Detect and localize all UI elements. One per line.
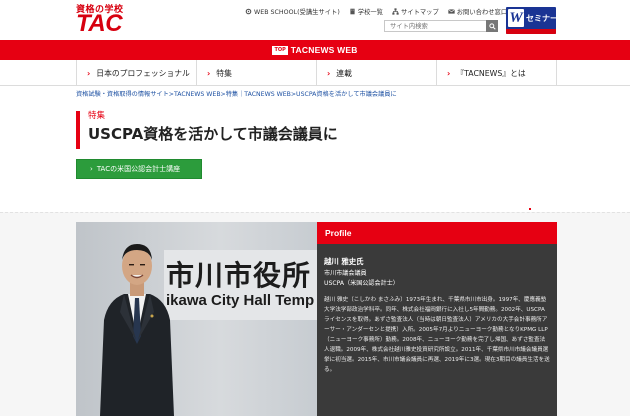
decorative-dot (529, 208, 531, 210)
sitemap-link[interactable]: サイトマップ (392, 6, 439, 17)
city-hall-sign-en: ikawa City Hall Temp (166, 292, 315, 309)
nav-item-feature[interactable]: › 特集 (197, 60, 317, 86)
w-seminar-logo: W (508, 9, 524, 27)
chevron-right-icon: › (207, 68, 211, 78)
w-seminar-stripe (506, 29, 556, 34)
main-nav: › 日本のプロフェッショナル › 特集 › 連載 › 『TACNEWS』とは (0, 60, 630, 86)
utility-links: WEB SCHOOL(受講生サイト) 学校一覧 サイトマップ お問い合わせ窓口 (245, 6, 507, 17)
chevron-right-icon: › (327, 68, 331, 78)
site-search-input[interactable] (384, 20, 486, 32)
school-list-label: 学校一覧 (357, 9, 383, 16)
banner-title: TACNEWS WEB (290, 45, 358, 55)
nav-item-series[interactable]: › 連載 (317, 60, 437, 86)
nav-item-label: 連載 (336, 68, 352, 78)
sitemap-icon (392, 8, 399, 15)
profile-panel: Profile 越川 雅史氏 市川市議会議員 USCPA（米国公認会計士） 越川… (317, 222, 557, 416)
page-title: USCPA資格を活かして市議会議員に (88, 125, 338, 143)
w-seminar-label: セミナー (526, 14, 556, 23)
web-school-link[interactable]: WEB SCHOOL(受講生サイト) (245, 6, 340, 17)
nav-item-professional[interactable]: › 日本のプロフェッショナル (77, 60, 197, 86)
contact-label: お問い合わせ窓口 (456, 9, 508, 16)
profile-bio: 越川 雅史（こしかわ まさふみ）1973年生まれ、千葉県市川市出身。1997年、… (324, 297, 550, 373)
web-school-label: WEB SCHOOL(受講生サイト) (254, 9, 340, 16)
page-title-block: 特集 USCPA資格を活かして市議会議員に (76, 111, 557, 149)
tac-logo[interactable]: 資格の学校 TAC (76, 2, 136, 36)
search-button[interactable] (486, 20, 498, 32)
interview-photo: 市川市役所 ikawa City Hall Temp (76, 222, 317, 416)
sitemap-label: サイトマップ (400, 9, 439, 16)
city-hall-sign-jp: 市川市役所 (166, 259, 312, 292)
profile-role: 市川市議会議員 (324, 270, 367, 277)
person-figure (100, 244, 174, 416)
profile-qualification: USCPA（米国公認会計士） (324, 280, 399, 287)
gear-icon (245, 8, 252, 15)
school-list-link[interactable]: 学校一覧 (349, 6, 383, 17)
nav-item-label: 特集 (216, 68, 232, 78)
nav-item-label: 『TACNEWS』とは (456, 68, 526, 78)
profile-heading: Profile (317, 222, 557, 244)
profile-name: 越川 雅史氏 (324, 257, 364, 266)
nav-item-about-tacnews[interactable]: › 『TACNEWS』とは (437, 60, 557, 86)
uscpa-course-label: TACの米国公認会計士講座 (96, 165, 181, 173)
chevron-right-icon: › (447, 68, 451, 78)
chevron-right-icon: › (90, 165, 93, 173)
site-header: 資格の学校 TAC WEB SCHOOL(受講生サイト) 学校一覧 サイトマップ… (0, 0, 630, 40)
nav-item-label: 日本のプロフェッショナル (96, 68, 190, 78)
contact-link[interactable]: お問い合わせ窓口 (447, 6, 508, 17)
chevron-right-icon: › (87, 68, 91, 78)
tacnews-banner[interactable]: TOP TACNEWS WEB (0, 40, 630, 60)
breadcrumb[interactable]: 資格試験・資格取得の情報サイト>TACNEWS WEB>特集｜TACNEWS W… (76, 89, 397, 98)
page-category: 特集 (88, 111, 106, 121)
search-icon (488, 22, 496, 30)
mail-icon (447, 9, 455, 14)
building-icon (350, 8, 355, 15)
top-badge: TOP (272, 45, 288, 55)
logo-text: TAC (76, 10, 123, 37)
w-seminar-banner[interactable]: W セミナー (506, 7, 556, 34)
uscpa-course-button[interactable]: › TACの米国公認会計士講座 (76, 159, 202, 179)
